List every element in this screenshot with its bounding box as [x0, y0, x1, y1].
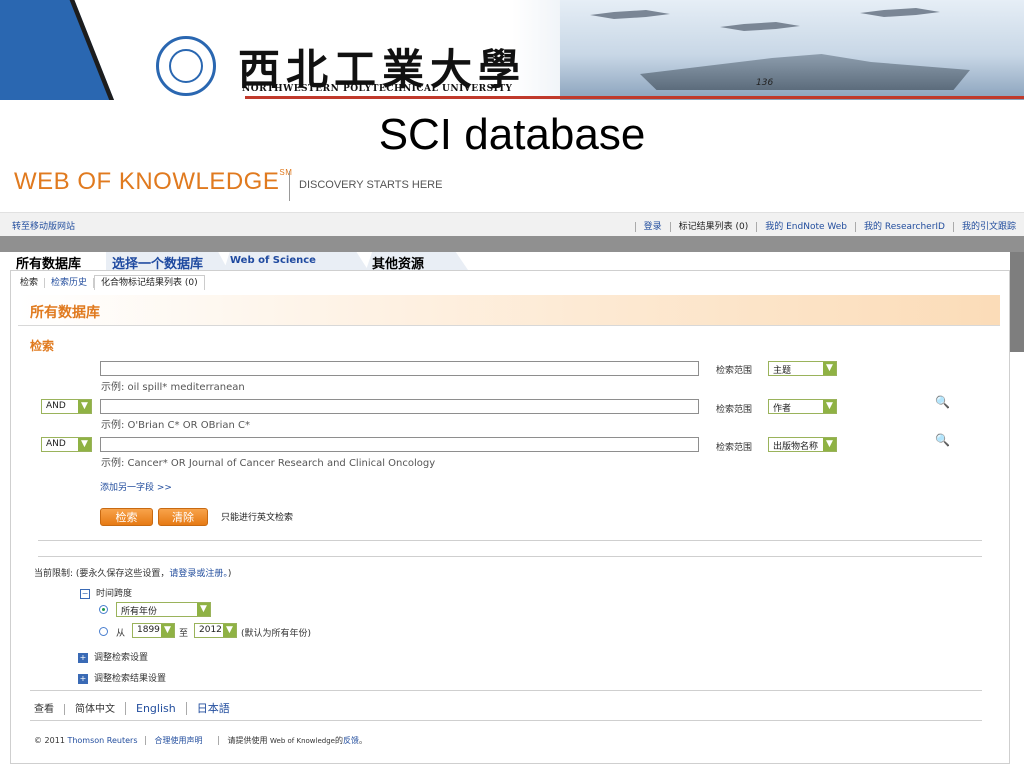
example-text-1: 示例: oil spill* mediterranean [101, 382, 245, 393]
jet-icon [720, 22, 800, 31]
logo-divider [289, 171, 290, 201]
scope-select-2[interactable]: 作者 ▼ [768, 399, 837, 414]
chevron-down-icon: ▼ [161, 624, 174, 637]
radio-year-range[interactable] [99, 627, 108, 636]
clear-button[interactable]: 清除 [158, 508, 208, 526]
scope-label-3: 检索范围 [716, 443, 753, 453]
chevron-down-icon: ▼ [78, 438, 91, 451]
operator-select-2[interactable]: AND ▼ [41, 399, 92, 414]
search-heading: 检索 [30, 339, 55, 353]
chevron-down-icon: ▼ [197, 603, 210, 616]
login-link[interactable]: 登录 [634, 222, 670, 232]
example-text-2: 示例: O'Brian C* OR OBrian C* [101, 420, 250, 431]
to-label: 至 [179, 629, 189, 639]
divider [38, 540, 982, 541]
year-range-select[interactable]: 所有年份 ▼ [116, 602, 211, 617]
subtab-search[interactable]: 检索 [14, 278, 46, 288]
chevron-down-icon: ▼ [223, 624, 236, 637]
search-subtabs: 检索 检索历史 化合物标记结果列表 (0) [14, 275, 205, 290]
top-utility-bar: 转至移动版网站 登录 标记结果列表 (0) 我的 EndNote Web 我的 Res… [0, 212, 1024, 238]
jet-icon [860, 8, 940, 17]
default-years-note: (默认为所有年份) [241, 629, 312, 639]
expand-icon[interactable]: + [78, 673, 88, 684]
chevron-down-icon: ▼ [823, 362, 836, 375]
researcherid-link[interactable]: 我的 ResearcherID [855, 222, 953, 232]
tab-all-databases[interactable]: 所有数据库 [10, 252, 104, 272]
tab-strip-background [0, 236, 1024, 252]
feedback-link[interactable]: 反馈 [343, 736, 359, 745]
from-label: 从 [116, 629, 126, 639]
terms-of-use-link[interactable]: 合理使用声明 [145, 736, 211, 745]
jet-icon [590, 10, 670, 19]
citation-alerts-link[interactable]: 我的引文跟踪 [952, 222, 1024, 232]
section-title: 所有数据库 [30, 305, 100, 321]
lang-simplified-chinese: 简体中文 [64, 704, 125, 715]
lang-english-link[interactable]: English [125, 702, 186, 715]
view-label: 查看 [34, 704, 54, 715]
adjust-search-settings[interactable]: + 调整检索设置 [78, 650, 148, 663]
scope-select-1[interactable]: 主题 ▼ [768, 361, 837, 376]
banner-aircraft-ship-image: 136 [560, 0, 1024, 100]
timespan-node[interactable]: − 时间跨度 [80, 586, 132, 599]
current-limits: 当前限制: (要永久保存这些设置，请登录或注册。) [34, 569, 232, 579]
magnifier-icon[interactable]: 🔍 [935, 433, 950, 447]
adjust-result-settings[interactable]: + 调整检索结果设置 [78, 671, 166, 684]
divider [30, 720, 982, 721]
ship-number: 136 [756, 78, 774, 88]
scope-label-1: 检索范围 [716, 366, 753, 376]
footer: © 2011 Thomson Reuters 合理使用声明 请提供使用 Web of… [34, 735, 375, 746]
tab-select-database[interactable]: 选择一个数据库 [106, 252, 228, 270]
search-input-3[interactable] [100, 437, 699, 452]
search-button[interactable]: 检索 [100, 508, 153, 526]
to-year-select[interactable]: 2012 ▼ [194, 623, 237, 638]
scope-label-2: 检索范围 [716, 405, 753, 415]
search-input-1[interactable] [100, 361, 699, 376]
marked-list-link[interactable]: 标记结果列表 (0) [669, 222, 757, 232]
university-emblem-icon [156, 36, 216, 96]
banner-red-line [245, 96, 1024, 99]
operator-select-3[interactable]: AND ▼ [41, 437, 92, 452]
radio-all-years[interactable] [99, 605, 108, 614]
slide-title: SCI database [378, 110, 646, 159]
database-tabs: 所有数据库 选择一个数据库 Web of Science 其他资源 [10, 252, 1010, 272]
divider [30, 690, 982, 691]
university-name-en: NORTHWESTERN POLYTECHNICAL UNIVERSITY [242, 84, 513, 94]
wok-tagline: DISCOVERY STARTS HERE [299, 179, 443, 191]
magnifier-icon[interactable]: 🔍 [935, 395, 950, 409]
section-header: 所有数据库 [18, 295, 1000, 326]
expand-icon[interactable]: + [78, 652, 88, 663]
endnote-link[interactable]: 我的 EndNote Web [756, 222, 856, 232]
tab-web-of-science[interactable]: Web of Science [224, 252, 368, 270]
divider [38, 556, 982, 557]
chevron-down-icon: ▼ [78, 400, 91, 413]
subtab-compound-list[interactable]: 化合物标记结果列表 (0) [94, 275, 205, 290]
university-banner: 西北工業大學 NORTHWESTERN POLYTECHNICAL UNIVER… [0, 0, 1024, 100]
subtab-history[interactable]: 检索历史 [45, 278, 95, 288]
tab-other-resources[interactable]: 其他资源 [366, 252, 468, 270]
feedback-text: 请提供使用 Web of Knowledge的反馈。 [218, 736, 375, 745]
add-field-link[interactable]: 添加另一字段 >> [100, 480, 172, 493]
search-input-2[interactable] [100, 399, 699, 414]
from-year-select[interactable]: 1899 ▼ [132, 623, 175, 638]
language-bar: 查看 简体中文 English 日本語 [34, 700, 240, 716]
service-mark: SM [279, 168, 293, 177]
example-text-3: 示例: Cancer* OR Journal of Cancer Researc… [101, 458, 436, 469]
collapse-icon[interactable]: − [80, 588, 90, 599]
mobile-site-link[interactable]: 转至移动版网站 [12, 219, 75, 232]
warship-icon [640, 54, 970, 90]
thomson-reuters-link[interactable]: Thomson Reuters [67, 736, 137, 745]
chevron-down-icon: ▼ [823, 438, 836, 451]
english-only-note: 只能进行英文检索 [221, 513, 294, 523]
page-edge [1010, 252, 1024, 352]
scope-select-3[interactable]: 出版物名称 ▼ [768, 437, 837, 452]
banner-blue-arc [0, 0, 114, 100]
lang-japanese-link[interactable]: 日本語 [185, 702, 240, 715]
wok-logo[interactable]: WEB OF KNOWLEDGESM [14, 168, 292, 196]
login-register-link[interactable]: 请登录或注册。 [169, 569, 228, 579]
chevron-down-icon: ▼ [823, 400, 836, 413]
